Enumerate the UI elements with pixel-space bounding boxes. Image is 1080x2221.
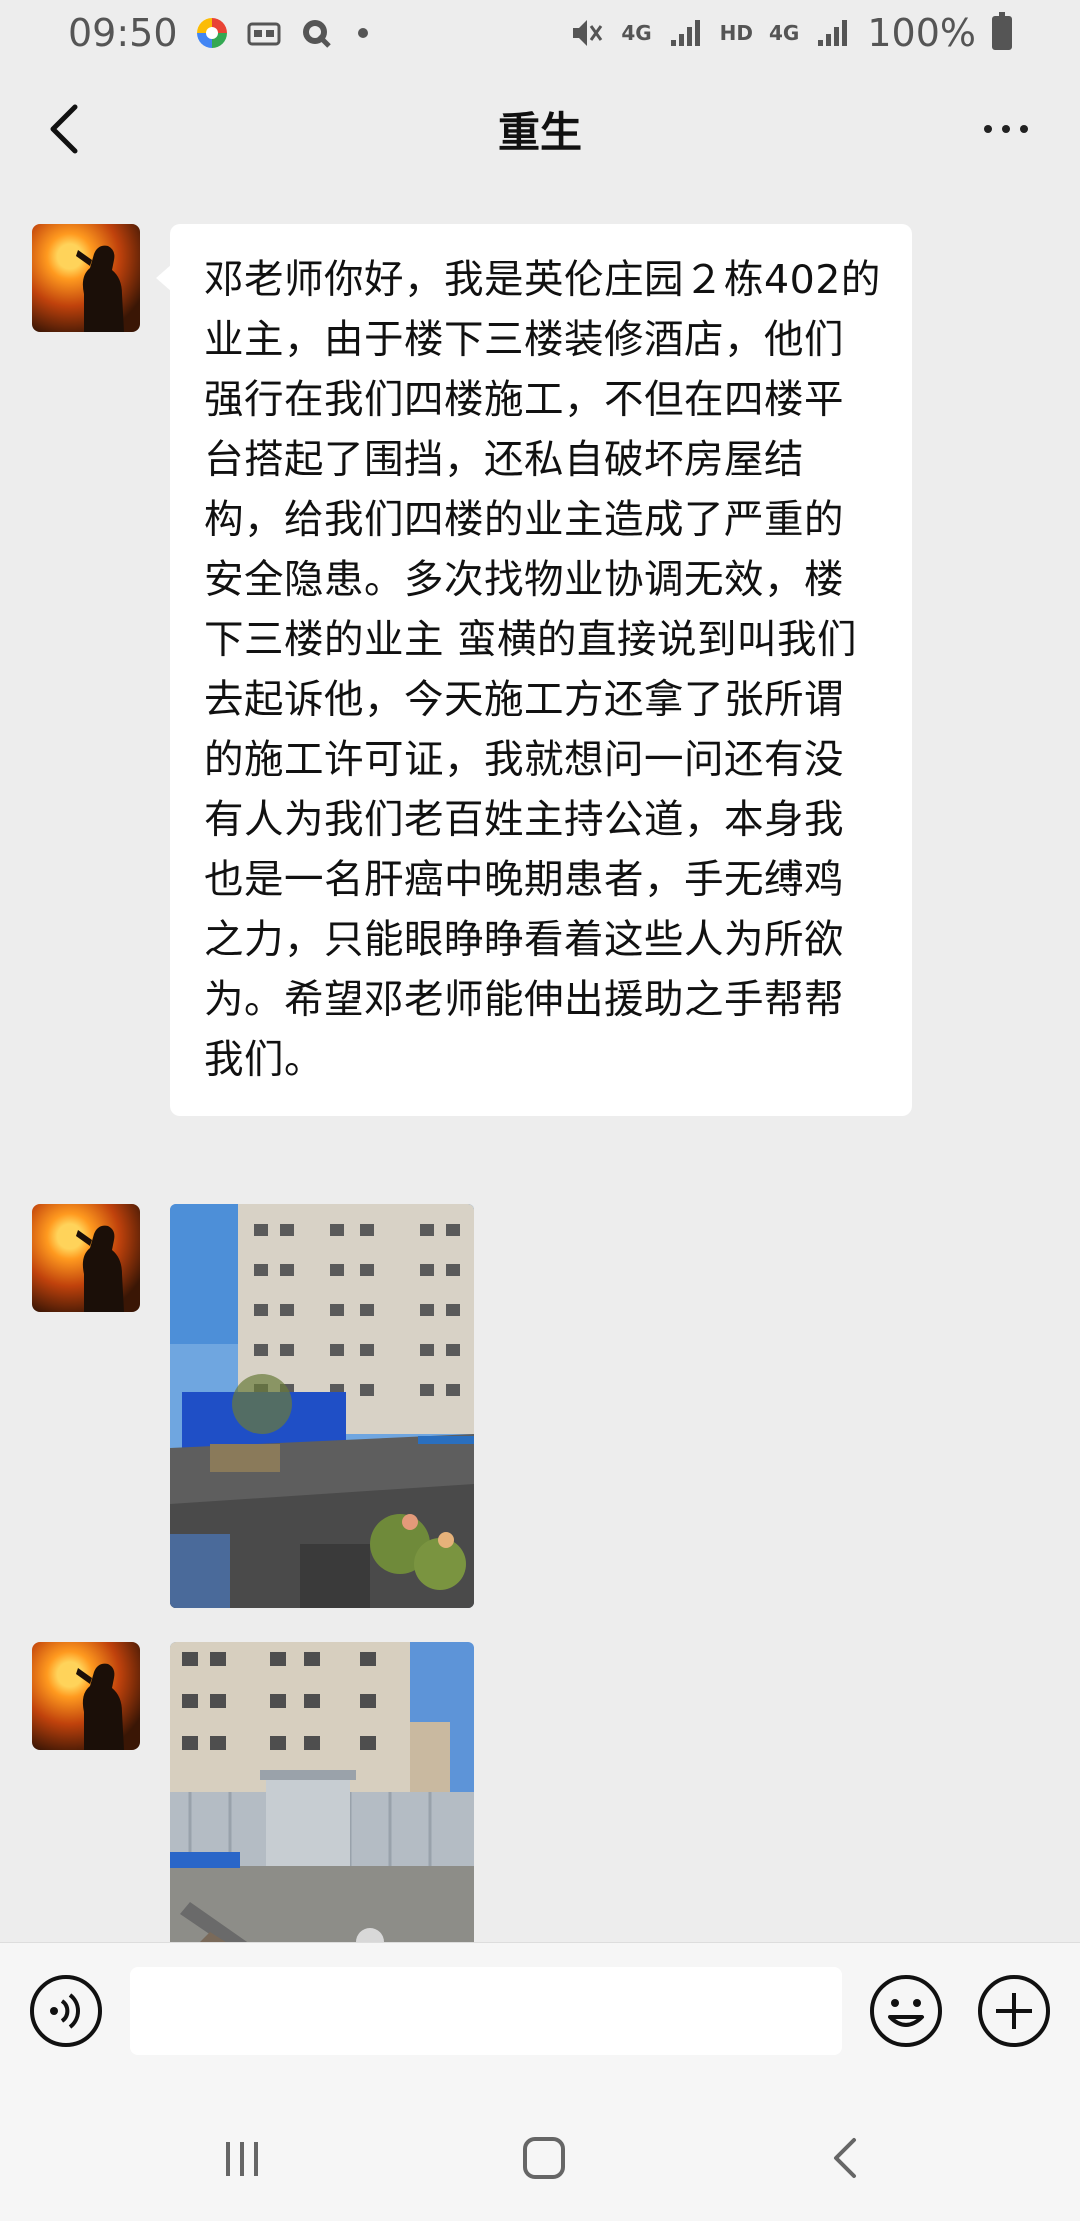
hd-label: HD [719, 21, 754, 45]
back-button[interactable] [30, 94, 100, 164]
recent-apps-icon [226, 2142, 258, 2176]
message-bubble[interactable]: 邓老师你好，我是英伦庄园２栋402的业主，由于楼下三楼装修酒店，他们强行在我们四… [156, 224, 912, 1116]
status-right: 4G HD 4G 100% [569, 11, 1012, 55]
message-image-rooftop-hut[interactable] [170, 1642, 474, 1942]
more-dot-icon [1020, 125, 1028, 133]
message-text: 邓老师你好，我是英伦庄园２栋402的业主，由于楼下三楼装修酒店，他们强行在我们四… [204, 257, 881, 1083]
avatar[interactable] [32, 1204, 140, 1312]
system-nav-bar [0, 2078, 1080, 2221]
status-left: 09:50 [68, 11, 368, 55]
back-nav-icon [834, 2138, 856, 2178]
network-label-1: 4G [621, 21, 652, 45]
notification-dot-icon [357, 28, 368, 38]
more-functions-button[interactable] [976, 1973, 1052, 2049]
more-dot-icon [984, 125, 992, 133]
signal-icon [668, 15, 704, 51]
input-bar [0, 1942, 1080, 2078]
chat-title: 重生 [497, 107, 582, 157]
chat-message-list[interactable]: 邓老师你好，我是英伦庄园２栋402的业主，由于楼下三楼装修酒店，他们强行在我们四… [0, 192, 1080, 1942]
chevron-left-icon [50, 104, 78, 154]
search-q-icon [298, 15, 334, 51]
avatar[interactable] [32, 1642, 140, 1750]
pinwheel-app-icon [194, 15, 230, 51]
mute-icon [569, 15, 605, 51]
chat-header: 重生 [0, 66, 1080, 192]
voice-input-button[interactable] [28, 1973, 104, 2049]
avatar[interactable] [32, 224, 140, 332]
network-label-2: 4G [769, 21, 800, 45]
vr-glasses-icon [246, 15, 282, 51]
battery-icon [992, 12, 1012, 50]
message-input[interactable] [130, 1967, 842, 2055]
emoji-icon [870, 1975, 942, 2047]
signal-icon-2 [815, 15, 851, 51]
status-time: 09:50 [68, 11, 178, 55]
recent-apps-button[interactable] [202, 2118, 282, 2198]
plus-icon [978, 1975, 1050, 2047]
voice-icon [30, 1975, 102, 2047]
battery-percent: 100% [867, 11, 976, 55]
back-nav-button[interactable] [806, 2118, 886, 2198]
emoji-button[interactable] [868, 1973, 944, 2049]
status-bar: 09:50 4G HD 4G 100% [0, 0, 1080, 66]
more-options-button[interactable] [956, 94, 1056, 164]
more-dot-icon [1002, 125, 1010, 133]
message-image-rooftop-barrier[interactable] [170, 1204, 474, 1608]
home-icon [523, 2137, 565, 2179]
home-button[interactable] [504, 2118, 584, 2198]
